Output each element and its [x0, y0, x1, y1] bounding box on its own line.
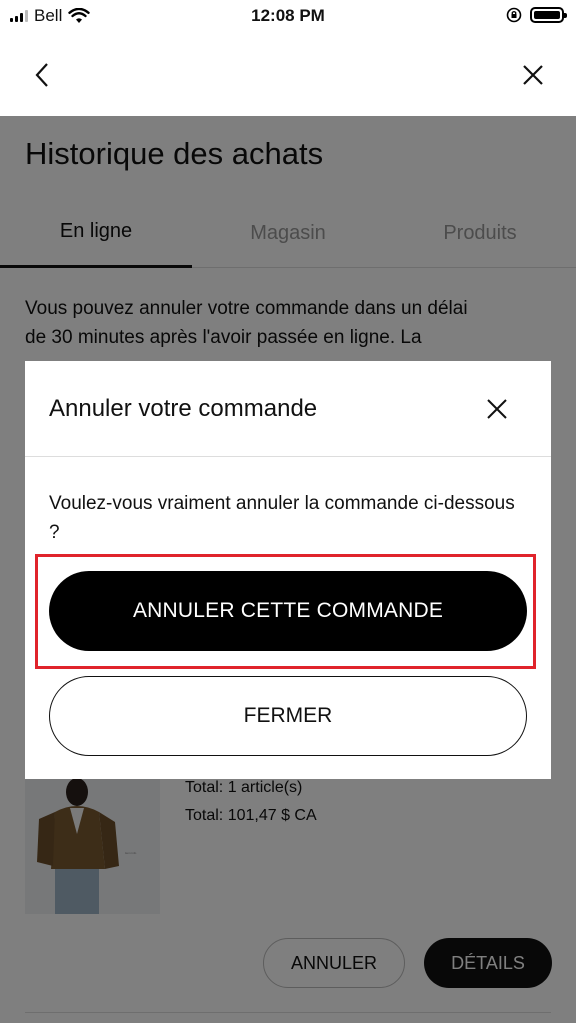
- status-right: [506, 7, 567, 23]
- dialog-message: Voulez-vous vraiment annuler la commande…: [49, 493, 515, 543]
- rotation-lock-icon: [506, 7, 522, 23]
- chevron-left-icon[interactable]: [28, 60, 58, 90]
- close-dialog-button[interactable]: FERMER: [49, 676, 527, 756]
- dialog-header: Annuler votre commande: [25, 361, 551, 457]
- cancel-order-dialog: Annuler votre commande Voulez-vous vraim…: [25, 361, 551, 779]
- dialog-title: Annuler votre commande: [49, 395, 318, 422]
- nav-bar: [0, 34, 576, 116]
- confirm-cancel-button[interactable]: ANNULER CETTE COMMANDE: [49, 571, 527, 651]
- status-bar: Bell 12:08 PM: [0, 0, 576, 34]
- status-time: 12:08 PM: [251, 6, 325, 25]
- close-icon[interactable]: [483, 395, 511, 423]
- battery-icon: [530, 7, 567, 23]
- close-icon[interactable]: [518, 60, 548, 90]
